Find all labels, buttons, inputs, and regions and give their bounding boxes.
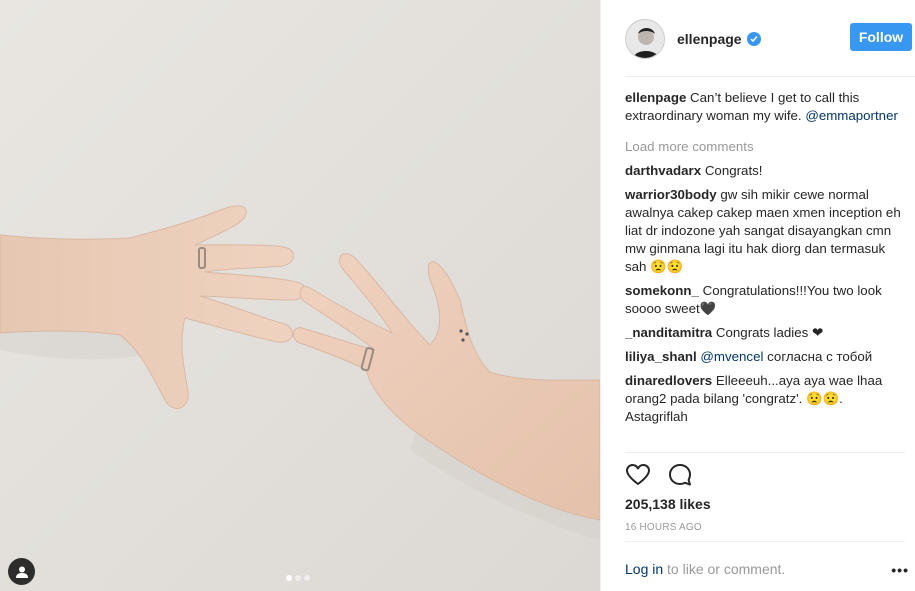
post-actions: [625, 462, 693, 488]
post-photo[interactable]: [0, 0, 600, 591]
comment-item: dinaredlovers Elleeeuh...aya aya wae lha…: [625, 372, 905, 426]
post-side-panel: ellenpage Follow ellenpage Can’t believe…: [600, 0, 915, 591]
left-hand: [0, 205, 307, 409]
login-link[interactable]: Log in: [625, 561, 663, 577]
comment-username[interactable]: _nanditamitra: [625, 325, 712, 340]
divider: [625, 452, 905, 453]
comment-username[interactable]: liliya_shanl: [625, 349, 697, 364]
login-prompt-text: to like or comment.: [667, 561, 786, 577]
caption-username[interactable]: ellenpage: [625, 90, 686, 105]
comment-item: _nanditamitra Congrats ladies ❤: [625, 324, 905, 342]
right-hand: [293, 253, 600, 521]
carousel-dot[interactable]: [295, 575, 301, 581]
caption-mention-link[interactable]: @emmaportner: [805, 108, 898, 123]
username[interactable]: ellenpage: [677, 31, 742, 47]
likes-count[interactable]: 205,138 likes: [625, 496, 711, 512]
comment-text: согласна с тобой: [767, 349, 873, 364]
comment-bubble-icon[interactable]: [667, 462, 693, 488]
comment-username[interactable]: dinaredlovers: [625, 373, 712, 388]
more-options-icon[interactable]: •••: [891, 562, 909, 578]
post-timestamp[interactable]: 16 HOURS AGO: [625, 522, 702, 533]
caption: ellenpage Can’t believe I get to call th…: [625, 89, 905, 125]
comment-username[interactable]: warrior30body: [625, 187, 717, 202]
comment-text: Congrats!: [704, 163, 763, 178]
carousel-dot[interactable]: [304, 575, 310, 581]
post-header: ellenpage Follow: [625, 16, 915, 62]
person-tag-icon[interactable]: [8, 558, 35, 585]
heart-icon[interactable]: [625, 462, 651, 488]
carousel-indicator: [286, 575, 310, 581]
divider: [625, 76, 915, 77]
comment-text: Congrats ladies ❤: [715, 325, 824, 340]
divider: [625, 541, 905, 542]
comment-item: warrior30body gw sih mikir cewe normal a…: [625, 186, 905, 276]
carousel-dot[interactable]: [286, 575, 292, 581]
comment-username[interactable]: darthvadarx: [625, 163, 701, 178]
comment-item: liliya_shanl @mvencel согласна с тобой: [625, 348, 905, 366]
login-prompt: Log in to like or comment.: [625, 561, 785, 577]
comment-username[interactable]: somekonn_: [625, 283, 699, 298]
comment-item: darthvadarx Congrats!: [625, 162, 905, 180]
comments-list[interactable]: ellenpage Can’t believe I get to call th…: [625, 89, 905, 452]
comment-mention-link[interactable]: @mvencel: [700, 349, 763, 364]
comment-item: somekonn_ Congratulations!!!You two look…: [625, 282, 905, 318]
follow-button[interactable]: Follow: [850, 23, 912, 51]
load-more-comments-link[interactable]: Load more comments: [625, 138, 905, 156]
verified-badge-icon: [746, 32, 761, 46]
hands-photo: [0, 205, 600, 540]
avatar[interactable]: [625, 19, 665, 59]
